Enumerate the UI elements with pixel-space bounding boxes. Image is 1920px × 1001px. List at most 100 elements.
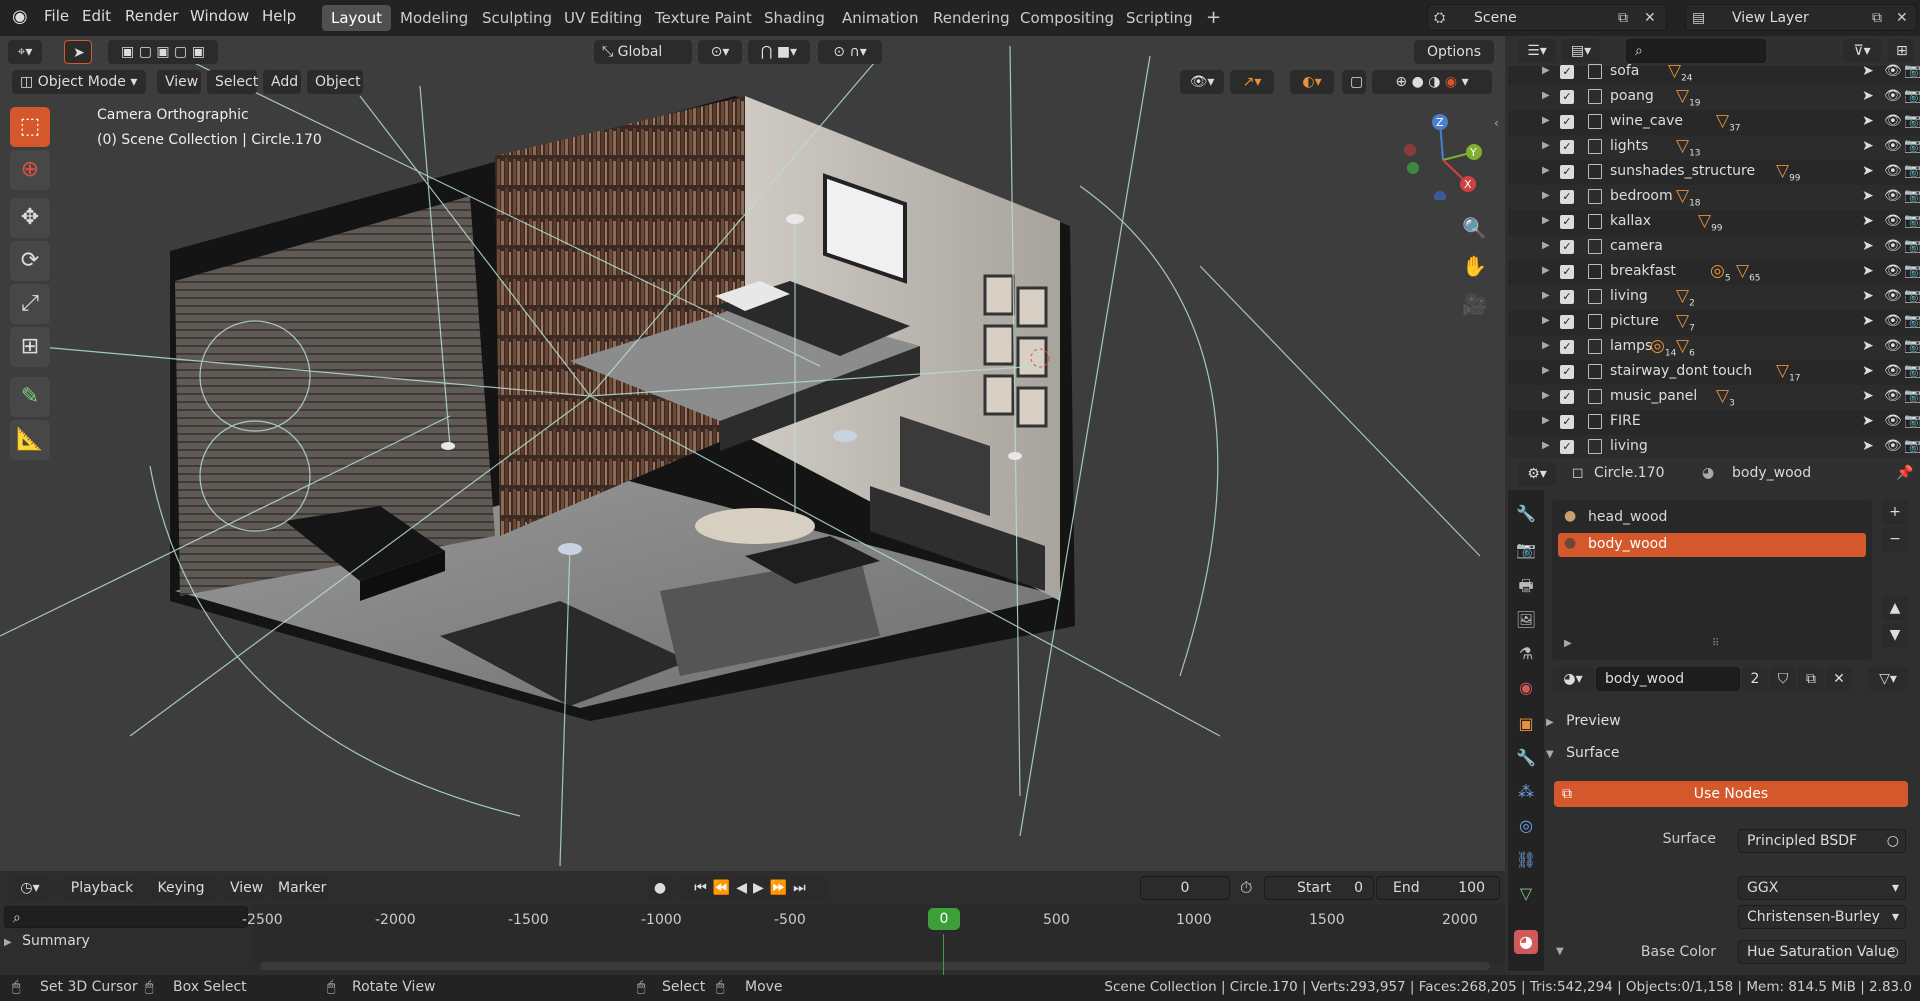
object-count-badge[interactable]: ▽99 (1776, 161, 1801, 183)
menu-window[interactable]: Window (190, 7, 249, 25)
camera-view-icon[interactable]: 🎥 (1462, 292, 1487, 316)
sidebar-toggle-icon[interactable]: ‹ (1494, 116, 1499, 130)
user-count[interactable]: 2 (1742, 667, 1768, 691)
shading-mode-buttons[interactable]: ⊕ ● ◑ ◉ ▾ (1372, 70, 1492, 94)
camera-icon[interactable]: 📷 (1904, 63, 1920, 79)
menu-help[interactable]: Help (262, 7, 296, 25)
blender-logo-icon[interactable]: ◉ (12, 6, 28, 27)
outliner-row[interactable]: ▶ ✓ breakfast ▽65 ◎5 ➤ 👁 📷 (1508, 260, 1920, 285)
expand-triangle-icon[interactable]: ▶ (1542, 215, 1550, 226)
expanded-triangle-icon[interactable]: ▼ (1556, 946, 1564, 957)
object-count-badge[interactable]: ▽19 (1676, 86, 1701, 108)
playback-dropdown[interactable]: Playback ▾ (62, 876, 142, 920)
menu-edit[interactable]: Edit (82, 7, 111, 25)
camera-icon[interactable]: 📷 (1904, 263, 1920, 279)
camera-icon[interactable]: 📷 (1904, 338, 1920, 354)
select-arrow-icon[interactable]: ➤ (1862, 438, 1874, 454)
proportional-editing-dropdown[interactable]: ⊙ ∩▾ (818, 40, 882, 64)
camera-icon[interactable]: 📷 (1904, 188, 1920, 204)
properties-editor-type[interactable]: ⚙▾ (1518, 462, 1556, 486)
view-layer-tab-icon[interactable]: 🖼 (1514, 608, 1538, 632)
select-arrow-icon[interactable]: ➤ (1862, 413, 1874, 429)
rotate-tool[interactable]: ⟳ (10, 241, 50, 281)
outliner-row[interactable]: ▶ ✓ picture ▽7 ➤ 👁 📷 (1508, 310, 1920, 335)
outliner-row[interactable]: ▶ ✓ lamps ▽6 ◎14 ➤ 👁 📷 (1508, 335, 1920, 360)
camera-icon[interactable]: 📷 (1904, 213, 1920, 229)
eye-icon[interactable]: 👁 (1884, 213, 1902, 229)
output-tab-icon[interactable]: 🖶 (1514, 574, 1538, 598)
outliner-row[interactable]: ▶ ✓ stairway_dont touch ▽17 ➤ 👁 📷 (1508, 360, 1920, 385)
menu-object[interactable]: Object (307, 70, 363, 94)
outliner-row[interactable]: ▶ ✓ bedroom ▽18 ➤ 👁 📷 (1508, 185, 1920, 210)
base-color-field[interactable]: Hue Saturation Value ○ (1738, 940, 1906, 964)
select-arrow-icon[interactable]: ➤ (1862, 338, 1874, 354)
unlink-material-button[interactable]: ✕ (1826, 667, 1852, 691)
exclude-checkbox[interactable]: ✓ (1560, 190, 1574, 204)
exclude-checkbox[interactable]: ✓ (1560, 315, 1574, 329)
select-arrow-icon[interactable]: ➤ (1862, 388, 1874, 404)
camera-icon[interactable]: 📷 (1904, 238, 1920, 254)
expand-triangle-icon[interactable]: ▶ (1542, 365, 1550, 376)
tab-rendering[interactable]: Rendering (924, 5, 1019, 31)
outliner-row[interactable]: ▶ ✓ camera ➤ 👁 📷 (1508, 235, 1920, 260)
marker-menu[interactable]: Marker (270, 876, 328, 900)
auto-keying-button[interactable]: ● (648, 876, 672, 900)
tab-sculpting[interactable]: Sculpting (473, 5, 561, 31)
browse-material-button[interactable]: ◕▾ (1552, 667, 1594, 691)
eye-icon[interactable]: 👁 (1884, 413, 1902, 429)
camera-icon[interactable]: 📷 (1904, 163, 1920, 179)
expand-triangle-icon[interactable]: ▶ (1542, 340, 1550, 351)
outliner-row[interactable]: ▶ ✓ kallax ▽99 ➤ 👁 📷 (1508, 210, 1920, 235)
select-arrow-icon[interactable]: ➤ (1862, 313, 1874, 329)
new-scene-icon[interactable]: ⧉ (1618, 7, 1628, 29)
material-slot-item-active[interactable]: ● body_wood (1558, 533, 1866, 557)
render-tab-icon[interactable]: 📷 (1514, 538, 1538, 562)
expand-triangle-icon[interactable]: ▶ (1542, 65, 1550, 76)
scale-tool[interactable]: ⤢ (10, 284, 50, 324)
menu-select[interactable]: Select (207, 70, 258, 94)
eye-icon[interactable]: 👁 (1884, 338, 1902, 354)
eye-icon[interactable]: 👁 (1884, 288, 1902, 304)
outliner-row[interactable]: ▶ ✓ sofa ▽24 ➤ 👁 📷 (1508, 60, 1920, 85)
camera-icon[interactable]: 📷 (1904, 363, 1920, 379)
menu-add[interactable]: Add (263, 70, 301, 94)
xray-toggle[interactable]: ▢ (1342, 70, 1366, 94)
select-arrow-icon[interactable]: ➤ (1862, 63, 1874, 79)
distribution-dropdown[interactable]: GGX ▾ (1738, 876, 1906, 900)
tab-scripting[interactable]: Scripting (1117, 5, 1202, 31)
exclude-checkbox[interactable]: ✓ (1560, 340, 1574, 354)
cursor-tool[interactable]: ⊕ (10, 150, 50, 190)
keying-dropdown[interactable]: Keying ▾ (146, 876, 216, 920)
start-frame-field[interactable]: Start 0 (1264, 876, 1374, 900)
menu-view[interactable]: View (157, 70, 201, 94)
expand-triangle-icon[interactable]: ▶ (1542, 115, 1550, 126)
eye-icon[interactable]: 👁 (1884, 313, 1902, 329)
exclude-checkbox[interactable]: ✓ (1560, 265, 1574, 279)
constraints-tab-icon[interactable]: ⛓ (1514, 848, 1538, 872)
overlays-dropdown[interactable]: ◐▾ (1290, 70, 1334, 94)
outliner-row[interactable]: ▶ ✓ living ➤ 👁 📷 (1508, 435, 1920, 458)
physics-tab-icon[interactable]: ◎ (1514, 814, 1538, 838)
object-count-badge[interactable]: ▽7 (1676, 311, 1695, 333)
visibility-dropdown[interactable]: 👁▾ (1180, 70, 1224, 94)
select-arrow-icon[interactable]: ➤ (1862, 163, 1874, 179)
camera-icon[interactable]: 📷 (1904, 88, 1920, 104)
stopwatch-icon[interactable]: ⏱ (1240, 878, 1252, 898)
exclude-checkbox[interactable]: ✓ (1560, 290, 1574, 304)
material-tab-icon[interactable]: ◕ (1514, 930, 1538, 954)
exclude-checkbox[interactable]: ✓ (1560, 115, 1574, 129)
3d-viewport[interactable] (0, 36, 1505, 871)
exclude-checkbox[interactable]: ✓ (1560, 90, 1574, 104)
select-arrow-icon[interactable]: ➤ (1862, 138, 1874, 154)
transform-tool[interactable]: ⊞ (10, 327, 50, 367)
object-count-badge[interactable]: ▽37 (1716, 111, 1741, 133)
camera-icon[interactable]: 📷 (1904, 313, 1920, 329)
use-nodes-button[interactable]: ⧉ Use Nodes (1554, 781, 1908, 807)
scene-selector[interactable]: ⛭ Scene ⧉ ✕ (1427, 4, 1667, 31)
expand-triangle-icon[interactable]: ▶ (1542, 315, 1550, 326)
timeline-view-menu[interactable]: View (222, 876, 264, 900)
expand-triangle-icon[interactable]: ▶ (1542, 140, 1550, 151)
object-count-badge[interactable]: ▽17 (1776, 361, 1801, 383)
camera-icon[interactable]: 📷 (1904, 413, 1920, 429)
select-arrow-icon[interactable]: ➤ (1862, 113, 1874, 129)
